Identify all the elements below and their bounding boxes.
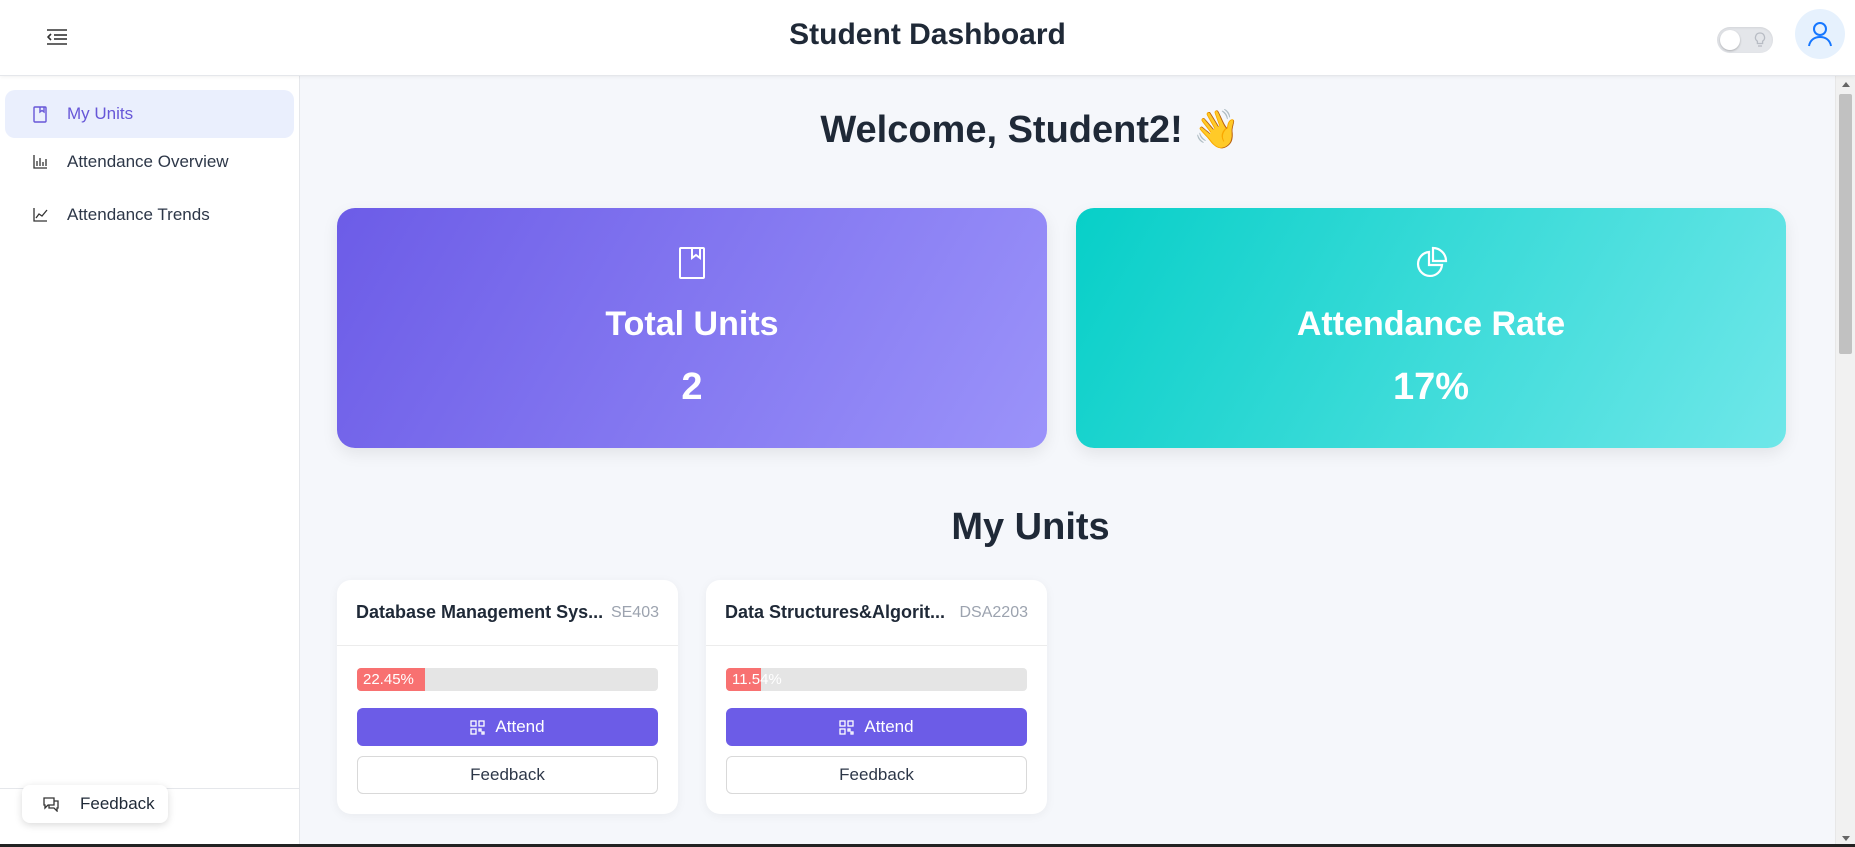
progress-text: 11.54% bbox=[732, 671, 782, 688]
stat-value: 17% bbox=[1392, 366, 1470, 408]
stat-value: 2 bbox=[681, 366, 703, 408]
main-content: Welcome, Student2! 👋 Total Units 2 Atten… bbox=[300, 76, 1835, 847]
sidebar-item-label: Attendance Overview bbox=[67, 152, 229, 171]
feedback-float-button[interactable]: Feedback bbox=[22, 785, 168, 823]
sidebar-item-label: My Units bbox=[67, 104, 134, 123]
line-chart-icon bbox=[33, 206, 51, 224]
scroll-down-arrow-icon[interactable] bbox=[1842, 836, 1850, 841]
attendance-progress-bar: 22.45% bbox=[357, 668, 658, 691]
scroll-thumb[interactable] bbox=[1839, 94, 1852, 354]
feedback-button[interactable]: Feedback bbox=[726, 756, 1027, 794]
user-icon bbox=[1808, 22, 1832, 47]
pie-chart-icon bbox=[1076, 246, 1786, 280]
attend-label: Attend bbox=[864, 717, 914, 736]
sidebar-item-label: Attendance Trends bbox=[67, 205, 210, 224]
toggle-knob bbox=[1720, 30, 1740, 50]
attend-label: Attend bbox=[495, 717, 545, 736]
feedback-button[interactable]: Feedback bbox=[357, 756, 658, 794]
bar-chart-icon bbox=[33, 153, 51, 171]
sidebar-item-my-units[interactable]: My Units bbox=[5, 90, 294, 138]
unit-card-header: Database Management Sys... SE403 bbox=[337, 580, 678, 646]
welcome-heading: Welcome, Student2! 👋 bbox=[820, 109, 1241, 151]
unit-card: Data Structures&Algorit... DSA2203 11.54… bbox=[706, 580, 1047, 814]
unit-code: SE403 bbox=[610, 603, 659, 621]
unit-name: Database Management Sys... bbox=[356, 602, 604, 622]
stat-label: Total Units bbox=[605, 305, 779, 343]
attend-button[interactable]: Attend bbox=[726, 708, 1027, 746]
vertical-scrollbar[interactable] bbox=[1835, 76, 1855, 847]
page-title: Student Dashboard bbox=[789, 18, 1066, 51]
attend-button[interactable]: Attend bbox=[357, 708, 658, 746]
sidebar-item-attendance-trends[interactable]: Attendance Trends bbox=[5, 191, 294, 239]
book-icon bbox=[33, 105, 51, 123]
unit-card: Database Management Sys... SE403 22.45% … bbox=[337, 580, 678, 814]
sidebar: My Units Attendance Overview Attendance … bbox=[0, 76, 300, 847]
unit-name: Data Structures&Algorit... bbox=[725, 602, 946, 622]
stat-label: Attendance Rate bbox=[1296, 305, 1566, 343]
progress-text: 22.45% bbox=[363, 671, 414, 688]
lightbulb-icon bbox=[1754, 32, 1766, 47]
top-bar: Student Dashboard bbox=[0, 0, 1855, 76]
section-title: My Units bbox=[951, 506, 1110, 548]
sidebar-item-attendance-overview[interactable]: Attendance Overview bbox=[5, 138, 294, 186]
unit-card-header: Data Structures&Algorit... DSA2203 bbox=[706, 580, 1047, 646]
user-avatar[interactable] bbox=[1795, 9, 1845, 59]
scroll-up-arrow-icon[interactable] bbox=[1842, 82, 1850, 87]
qr-code-icon bbox=[839, 719, 855, 735]
feedback-label: Feedback bbox=[80, 794, 155, 813]
book-icon bbox=[337, 246, 1047, 280]
attendance-rate-card: Attendance Rate 17% bbox=[1076, 208, 1786, 448]
total-units-card: Total Units 2 bbox=[337, 208, 1047, 448]
theme-toggle[interactable] bbox=[1717, 27, 1773, 53]
chat-bubbles-icon bbox=[42, 796, 60, 812]
unit-code: DSA2203 bbox=[959, 603, 1029, 621]
qr-code-icon bbox=[470, 719, 486, 735]
attendance-progress-bar: 11.54% bbox=[726, 668, 1027, 691]
